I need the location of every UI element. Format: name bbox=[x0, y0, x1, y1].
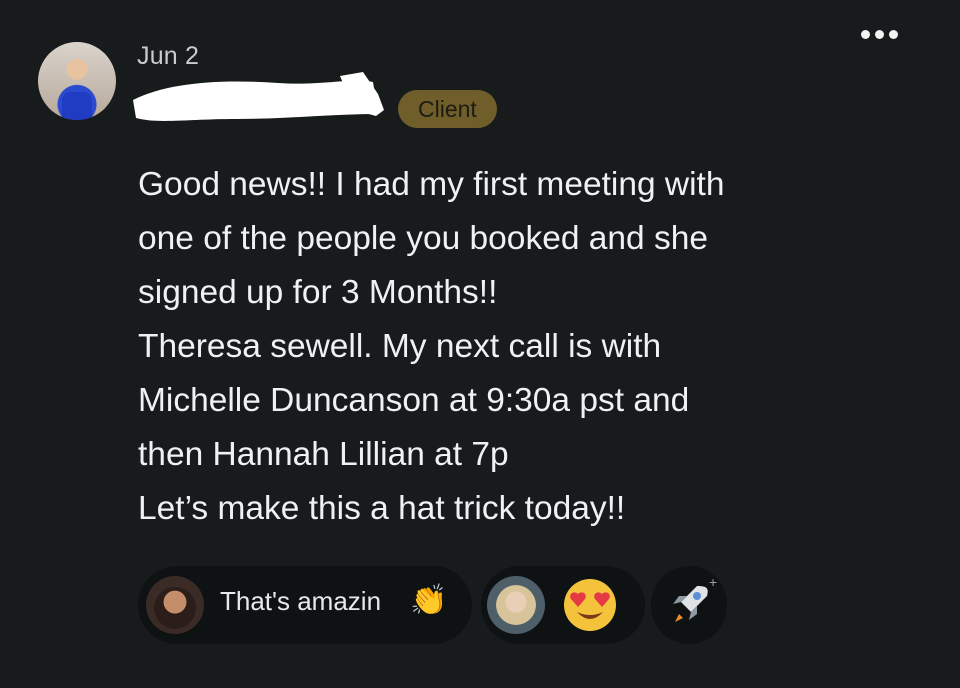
emoji-reaction-pill[interactable] bbox=[481, 566, 645, 644]
more-options-icon[interactable] bbox=[861, 30, 898, 39]
add-icon: + bbox=[709, 574, 718, 590]
more-dot bbox=[875, 30, 884, 39]
clapping-hands-icon: 👏 bbox=[410, 584, 448, 617]
post-body: Good news!! I had my first meeting with … bbox=[138, 158, 858, 536]
reactor-avatar bbox=[487, 576, 545, 634]
add-reaction-button[interactable]: + bbox=[651, 566, 727, 644]
author-avatar[interactable] bbox=[38, 42, 116, 120]
reply-preview-text: That's amazin bbox=[220, 586, 382, 616]
rocket-icon bbox=[673, 586, 708, 622]
post-line: signed up for 3 Months!! bbox=[138, 274, 498, 311]
post-line: Michelle Duncanson at 9:30a pst and bbox=[138, 382, 690, 419]
more-dot bbox=[889, 30, 898, 39]
heart-eyes-icon bbox=[564, 579, 616, 631]
post-line: Let’s make this a hat trick today!! bbox=[138, 490, 626, 527]
reply-reaction-pill[interactable]: That's amazin 👏 bbox=[138, 566, 472, 644]
post-line: Good news!! I had my first meeting with bbox=[138, 166, 725, 203]
post-line: one of the people you booked and she bbox=[138, 220, 708, 257]
post-line: Theresa sewell. My next call is with bbox=[138, 328, 662, 365]
more-dot bbox=[861, 30, 870, 39]
reply-author-avatar bbox=[146, 576, 204, 634]
post-line: then Hannah Lillian at 7p bbox=[138, 436, 509, 473]
post-date: Jun 2 bbox=[137, 42, 200, 70]
client-badge: Client bbox=[398, 90, 497, 128]
redacted-author-name bbox=[133, 72, 384, 121]
post-card: Jun 2 Client Good news!! I had my first … bbox=[0, 0, 960, 688]
